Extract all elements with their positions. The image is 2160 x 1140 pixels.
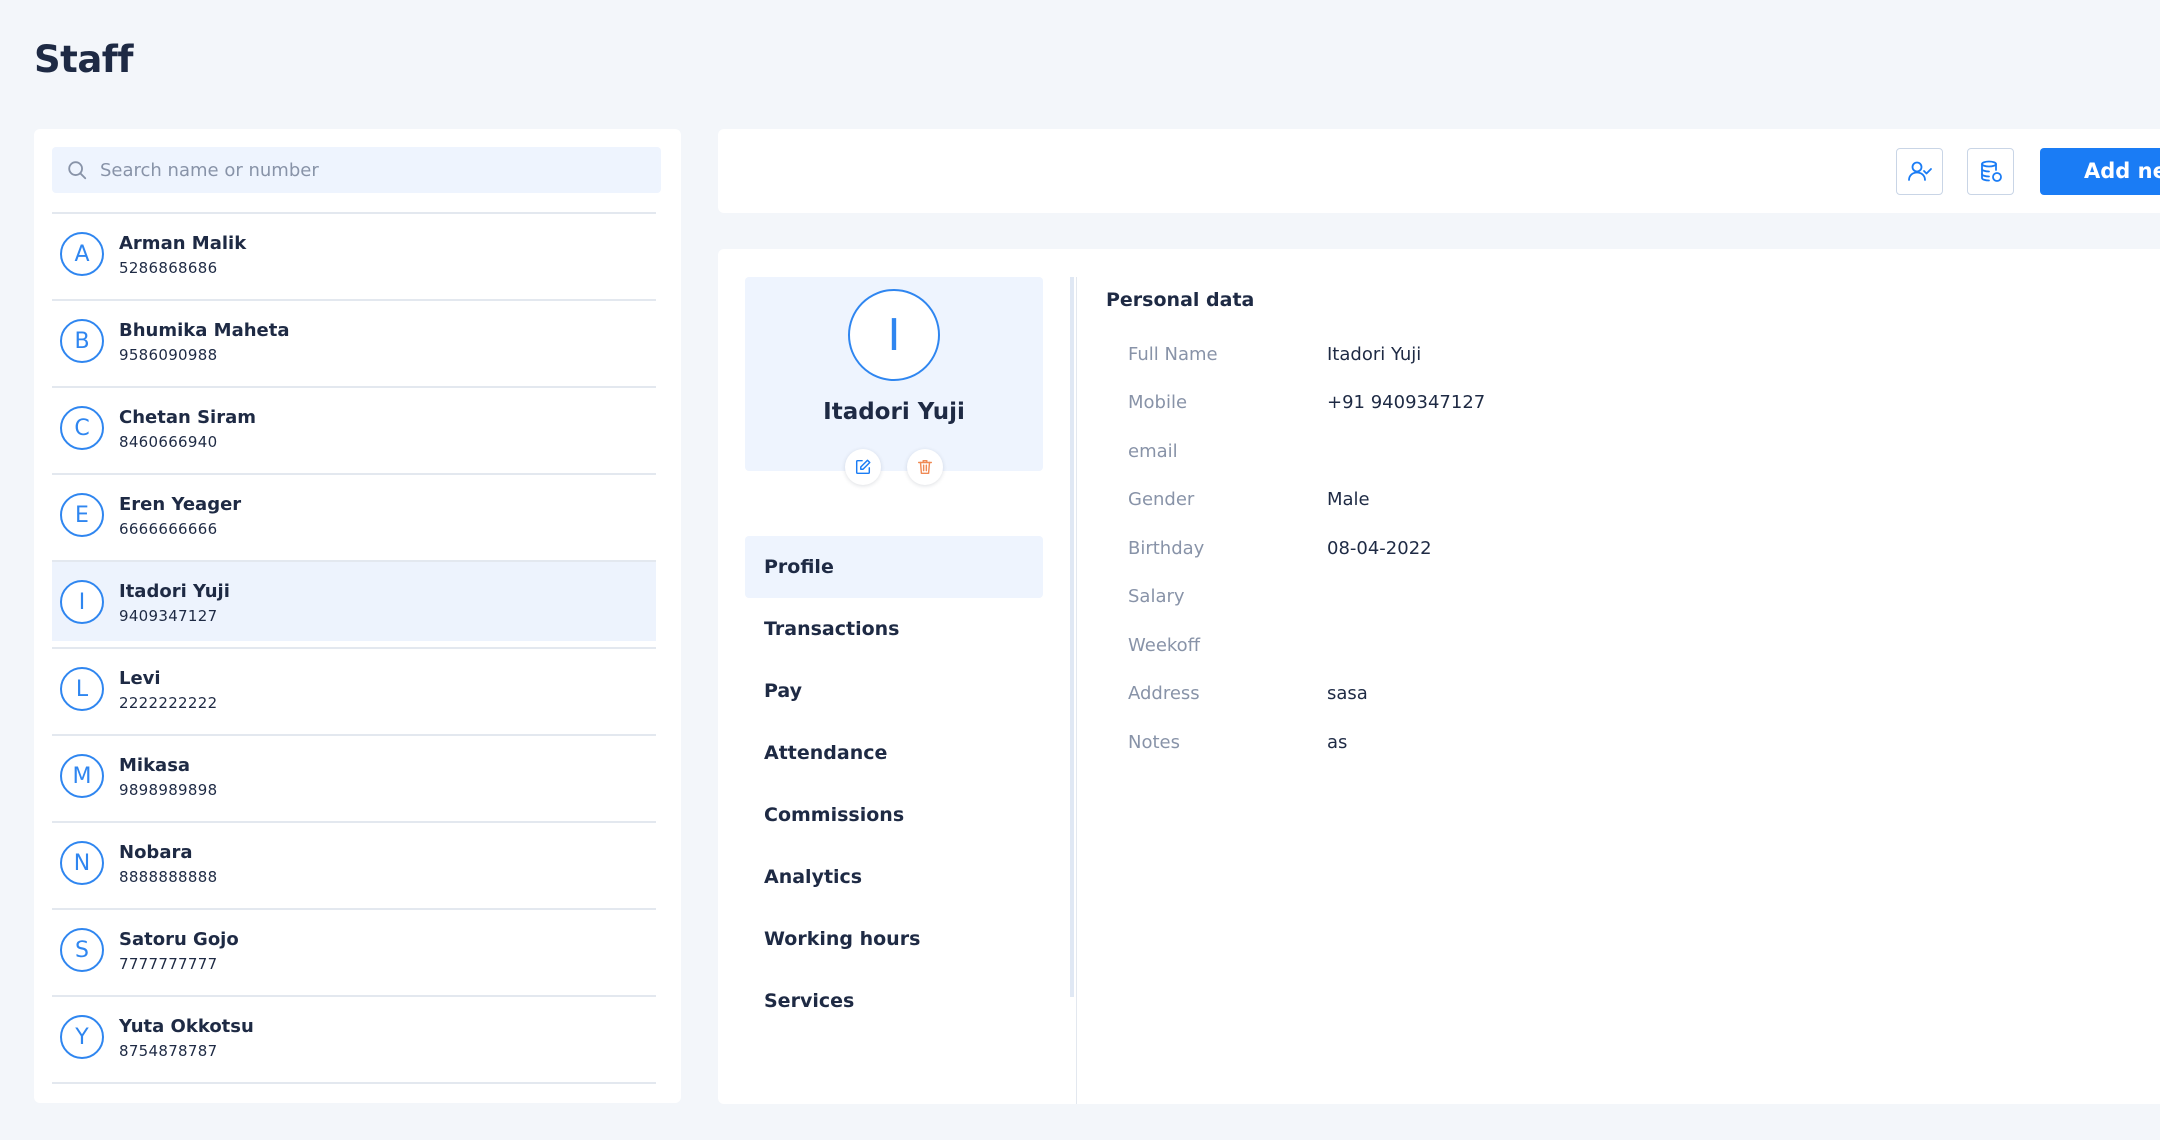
- staff-phone: 8888888888: [119, 868, 218, 886]
- field-full-name: Full Name Itadori Yuji: [1128, 344, 1728, 374]
- staff-phone: 2222222222: [119, 694, 218, 712]
- menu-item-attendance[interactable]: Attendance: [745, 722, 1043, 784]
- staff-phone: 8754878787: [119, 1042, 218, 1060]
- avatar: E: [60, 493, 104, 537]
- staff-list-item-selected[interactable]: I Itadori Yuji 9409347127: [52, 560, 656, 647]
- staff-name: Satoru Gojo: [119, 929, 239, 950]
- field-label: Notes: [1128, 732, 1180, 753]
- menu-item-commissions[interactable]: Commissions: [745, 784, 1043, 846]
- staff-list-item[interactable]: Y Yuta Okkotsu 8754878787: [52, 995, 656, 1084]
- staff-list-item[interactable]: B Bhumika Maheta 9586090988: [52, 299, 656, 386]
- edit-icon: [855, 459, 871, 475]
- trash-icon: [917, 459, 933, 475]
- menu-scrollbar[interactable]: [1070, 277, 1074, 997]
- avatar: Y: [60, 1015, 104, 1059]
- staff-name: Itadori Yuji: [119, 581, 230, 602]
- staff-phone: 5286868686: [119, 259, 218, 277]
- database-icon: [1980, 160, 2002, 182]
- staff-list-item[interactable]: M Mikasa 9898989898: [52, 734, 656, 821]
- field-label: Full Name: [1128, 344, 1218, 365]
- staff-list-item[interactable]: E Eren Yeager 6666666666: [52, 473, 656, 560]
- staff-phone: 6666666666: [119, 520, 218, 538]
- search-box[interactable]: [52, 147, 661, 193]
- edit-button[interactable]: [845, 449, 881, 485]
- search-input[interactable]: [98, 158, 642, 182]
- avatar-large: I: [848, 289, 940, 381]
- staff-name: Bhumika Maheta: [119, 320, 290, 341]
- profile-name: Itadori Yuji: [823, 399, 965, 425]
- staff-list-item[interactable]: S Satoru Gojo 7777777777: [52, 908, 656, 995]
- field-birthday: Birthday 08-04-2022: [1128, 538, 1728, 568]
- field-value: as: [1327, 732, 1348, 753]
- staff-list-item[interactable]: L Levi 2222222222: [52, 647, 656, 734]
- field-weekoff: Weekoff: [1128, 635, 1728, 665]
- field-value: +91 9409347127: [1327, 392, 1486, 413]
- field-value: sasa: [1327, 683, 1368, 704]
- staff-list: A Arman Malik 5286868686 B Bhumika Mahet…: [52, 212, 656, 1084]
- avatar: C: [60, 406, 104, 450]
- avatar: M: [60, 754, 104, 798]
- field-label: Salary: [1128, 586, 1185, 607]
- field-label: Mobile: [1128, 392, 1188, 413]
- profile-menu: Profile Transactions Pay Attendance Comm…: [745, 536, 1043, 1032]
- staff-detail-panel: I Itadori Yuji Profile Transactions Pay …: [718, 249, 2160, 1104]
- personal-data-title: Personal data: [1106, 289, 1255, 311]
- staff-phone: 7777777777: [119, 955, 218, 973]
- menu-item-services[interactable]: Services: [745, 970, 1043, 1032]
- staff-phone: 9586090988: [119, 346, 218, 364]
- field-salary: Salary: [1128, 586, 1728, 616]
- database-button[interactable]: [1967, 148, 2014, 195]
- staff-name: Mikasa: [119, 755, 191, 776]
- field-value: 08-04-2022: [1327, 538, 1432, 559]
- field-email: email: [1128, 441, 1728, 471]
- staff-name: Levi: [119, 668, 161, 689]
- field-notes: Notes as: [1128, 732, 1728, 762]
- staff-name: Yuta Okkotsu: [119, 1016, 254, 1037]
- avatar: S: [60, 928, 104, 972]
- field-label: Address: [1128, 683, 1200, 704]
- field-label: Weekoff: [1128, 635, 1201, 656]
- page-title: Staff: [34, 38, 134, 81]
- staff-phone: 8460666940: [119, 433, 218, 451]
- field-gender: Gender Male: [1128, 489, 1728, 519]
- field-address: Address sasa: [1128, 683, 1728, 713]
- menu-item-profile[interactable]: Profile: [745, 536, 1043, 598]
- menu-item-analytics[interactable]: Analytics: [745, 846, 1043, 908]
- staff-name: Eren Yeager: [119, 494, 242, 515]
- panel-divider: [1076, 277, 1077, 1104]
- menu-item-pay[interactable]: Pay: [745, 660, 1043, 722]
- search-icon: [68, 161, 87, 180]
- avatar: N: [60, 841, 104, 885]
- attendance-button[interactable]: [1896, 148, 1943, 195]
- field-label: email: [1128, 441, 1178, 462]
- menu-item-transactions[interactable]: Transactions: [745, 598, 1043, 660]
- staff-name: Nobara: [119, 842, 193, 863]
- field-label: Birthday: [1128, 538, 1205, 559]
- profile-card: I Itadori Yuji: [745, 277, 1043, 485]
- staff-name: Chetan Siram: [119, 407, 256, 428]
- user-check-icon: [1907, 161, 1932, 181]
- avatar: I: [60, 580, 104, 624]
- staff-list-item[interactable]: A Arman Malik 5286868686: [52, 212, 656, 299]
- staff-name: Arman Malik: [119, 233, 247, 254]
- field-mobile: Mobile +91 9409347127: [1128, 392, 1728, 422]
- field-value: Male: [1327, 489, 1370, 510]
- field-label: Gender: [1128, 489, 1195, 510]
- action-bar: Add new: [718, 129, 2160, 213]
- avatar: A: [60, 232, 104, 276]
- menu-item-working-hours[interactable]: Working hours: [745, 908, 1043, 970]
- delete-button[interactable]: [907, 449, 943, 485]
- staff-list-panel: A Arman Malik 5286868686 B Bhumika Mahet…: [34, 129, 681, 1103]
- staff-list-item[interactable]: N Nobara 8888888888: [52, 821, 656, 908]
- avatar: L: [60, 667, 104, 711]
- staff-list-item[interactable]: C Chetan Siram 8460666940: [52, 386, 656, 473]
- staff-phone: 9898989898: [119, 781, 218, 799]
- add-new-button[interactable]: Add new: [2040, 148, 2160, 195]
- field-value: Itadori Yuji: [1327, 344, 1422, 365]
- avatar: B: [60, 319, 104, 363]
- staff-phone: 9409347127: [119, 607, 218, 625]
